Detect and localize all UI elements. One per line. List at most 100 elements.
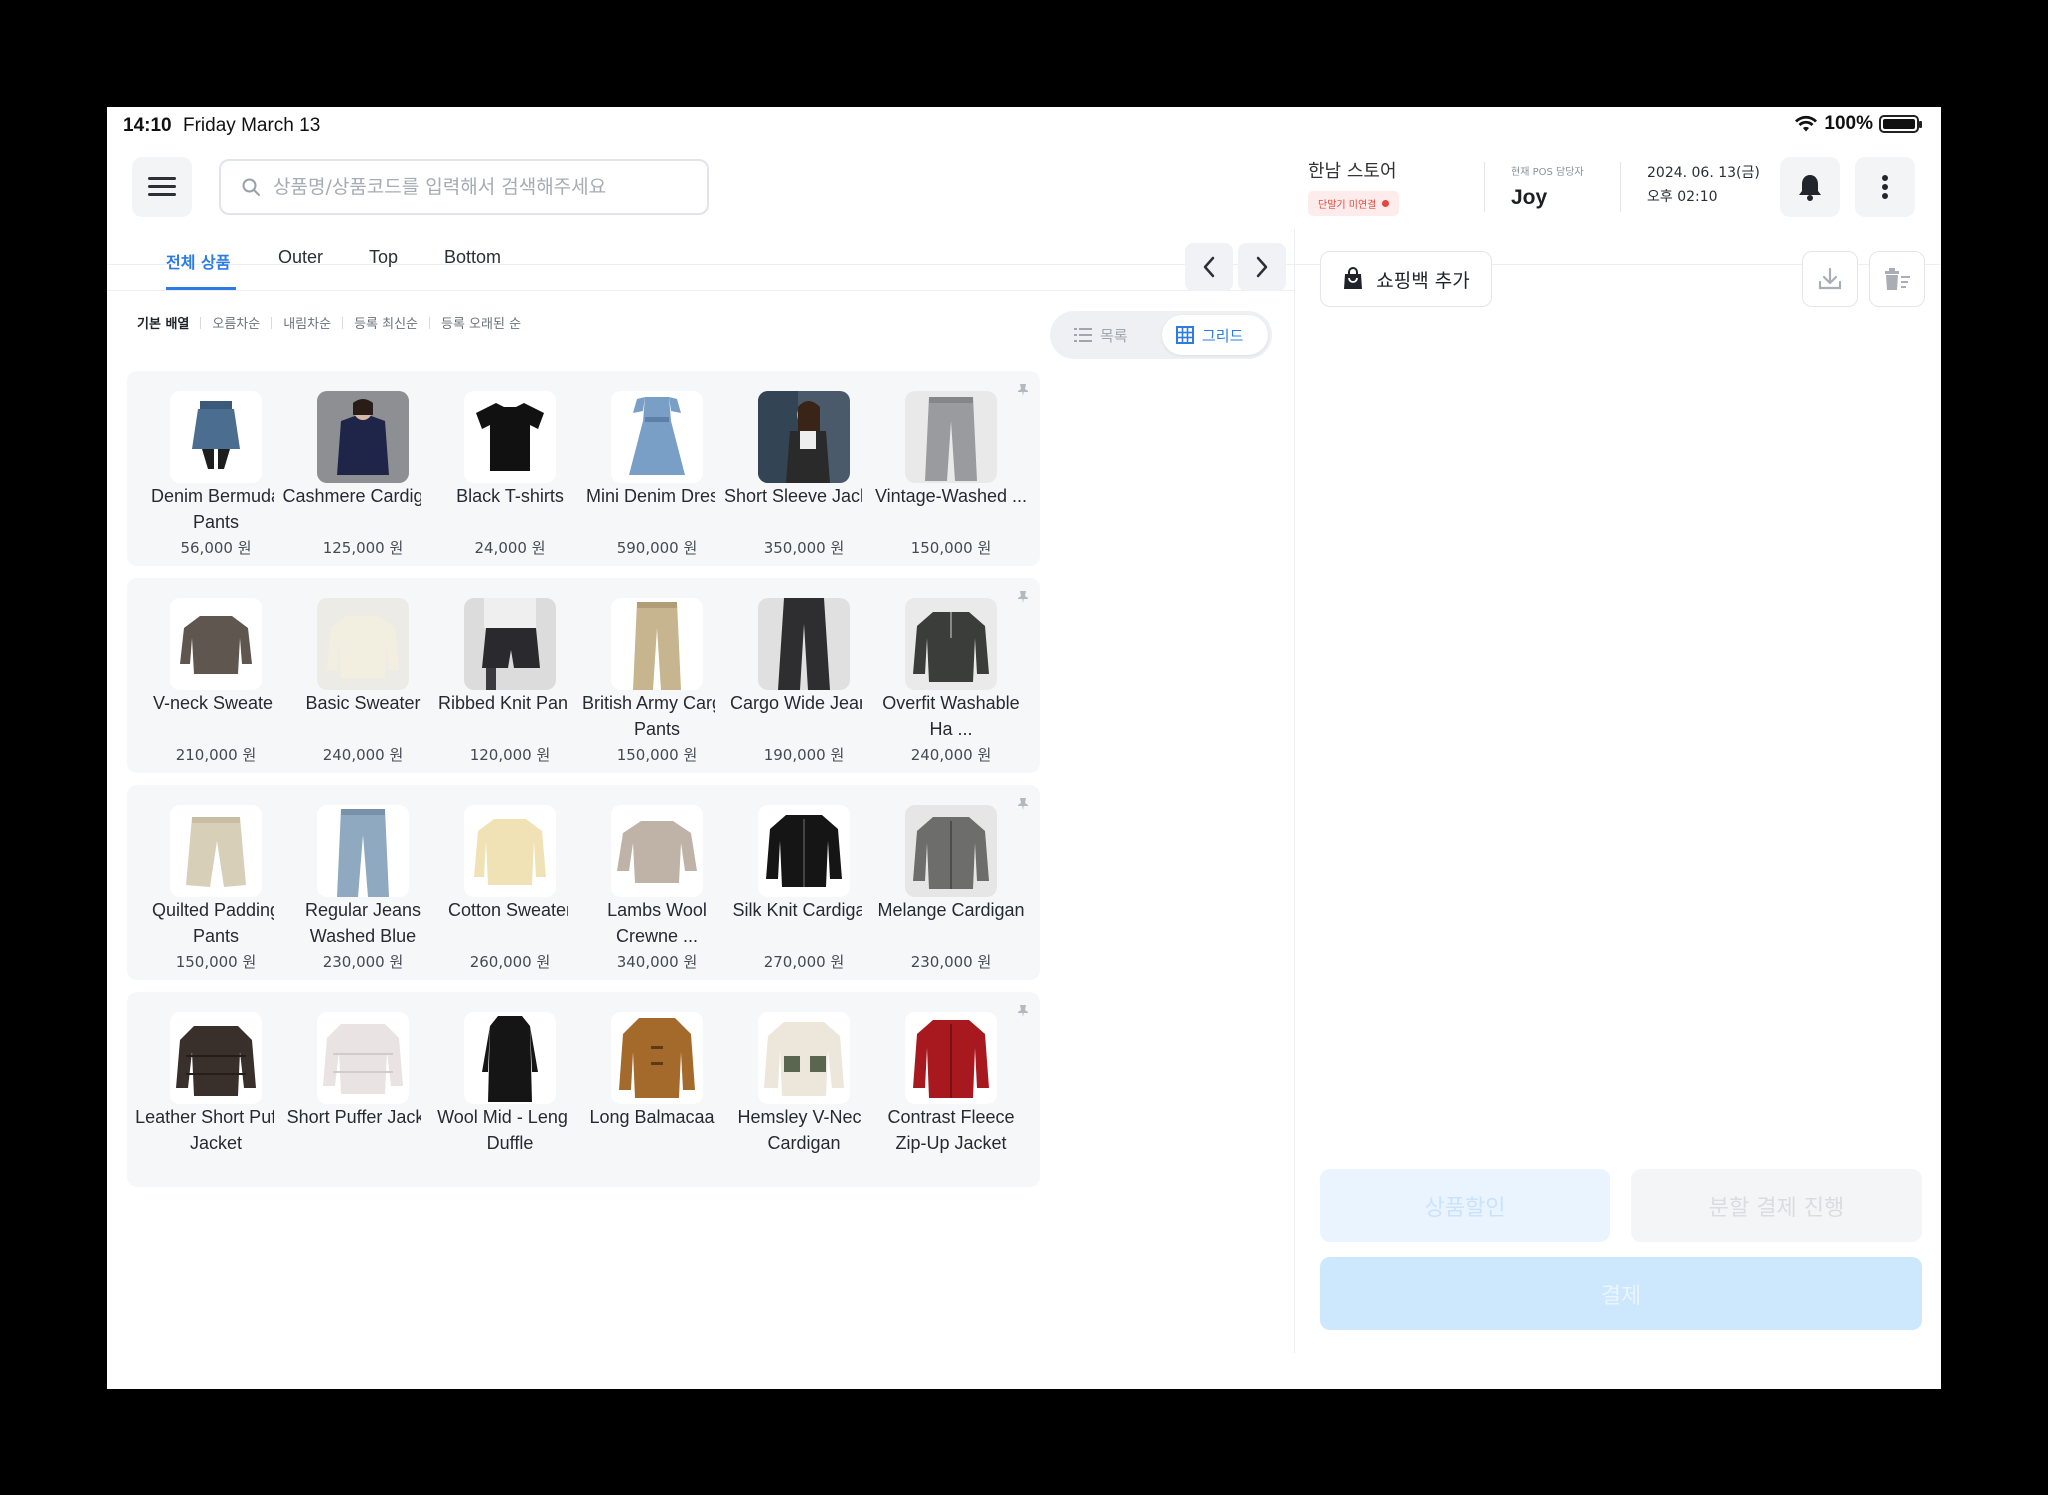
white-puffer-image xyxy=(323,1024,403,1094)
pin-button[interactable] xyxy=(1012,586,1034,608)
product-name: Cargo Wide Jeans xyxy=(729,693,879,713)
menu-button[interactable] xyxy=(132,157,192,217)
search-input[interactable] xyxy=(273,176,693,198)
navy-cardigan-image xyxy=(317,391,409,483)
list-view-button[interactable]: 목록 xyxy=(1060,315,1142,355)
category-tabs: 전체 상품 Outer Top Bottom xyxy=(107,229,1294,291)
clear-cart-button[interactable] xyxy=(1869,251,1925,307)
pin-button[interactable] xyxy=(1012,1000,1034,1022)
product-card[interactable]: Overfit Washable Ha ... 240,000 원 xyxy=(862,578,1040,773)
product-image xyxy=(905,1012,997,1104)
product-name: Cotton Sweater xyxy=(447,900,573,920)
add-shopping-bag-label: 쇼핑백 추가 xyxy=(1376,269,1470,292)
tab-top[interactable]: Top xyxy=(369,247,398,268)
fleece-cardigan-image xyxy=(764,1022,844,1096)
list-icon xyxy=(1074,328,1092,342)
add-shopping-bag-button[interactable]: 쇼핑백 추가 xyxy=(1320,251,1492,307)
grey-cardigan-image xyxy=(905,805,997,897)
product-name: Mini Denim Dress xyxy=(585,486,729,506)
discount-button[interactable]: 상품할인 xyxy=(1320,1169,1610,1242)
list-view-label: 목록 xyxy=(1100,326,1128,345)
product-image xyxy=(170,391,262,483)
status-dot xyxy=(1382,200,1390,207)
datetime: 2024. 06. 13(금) 오후 02:10 xyxy=(1647,161,1760,209)
black-coat-image xyxy=(482,1016,538,1102)
product-name: Silk Knit Cardigan xyxy=(732,900,876,920)
status-time: 14:10 xyxy=(123,115,172,136)
jacket-photo-image xyxy=(758,391,850,483)
denim-dress-image xyxy=(629,397,685,475)
product-name: Short Puffer Jacket xyxy=(286,1107,440,1127)
tabs-prev-button[interactable] xyxy=(1185,243,1233,291)
search-bar[interactable] xyxy=(219,159,709,215)
product-image xyxy=(170,805,262,897)
tab-outer[interactable]: Outer xyxy=(278,247,323,268)
tabs-next-button[interactable] xyxy=(1238,243,1286,291)
product-card[interactable]: Melange Cardigan 230,000 원 xyxy=(862,785,1040,980)
sort-descending[interactable]: 내림차순 xyxy=(283,313,331,332)
brown-sweater-image xyxy=(180,616,252,674)
product-card[interactable]: Contrast Fleece Zip-Up Jacket xyxy=(862,992,1040,1187)
pin-button[interactable] xyxy=(1012,379,1034,401)
product-image xyxy=(758,1012,850,1104)
split-payment-button[interactable]: 분할 결제 진행 xyxy=(1631,1169,1922,1242)
product-name: Lambs Wool Crewne ... xyxy=(607,900,707,946)
store-info: 한남 스토어 단말기 미연결 xyxy=(1308,157,1400,216)
product-card[interactable]: Vintage-Washed ... 150,000 원 xyxy=(862,371,1040,566)
product-name: Black T-shirts xyxy=(456,486,564,506)
trash-list-icon xyxy=(1885,268,1910,290)
current-date: 2024. 06. 13(금) xyxy=(1647,165,1760,181)
tab-bottom[interactable]: Bottom xyxy=(444,247,501,268)
product-name: Quilted Padding Pants xyxy=(151,900,281,946)
leather-puffer-image xyxy=(176,1026,256,1096)
sort-oldest[interactable]: 등록 오래된 순 xyxy=(441,313,521,332)
grid-icon xyxy=(1176,326,1194,344)
bell-icon xyxy=(1799,175,1821,201)
grid-view-label: 그리드 xyxy=(1202,326,1244,345)
more-options-button[interactable] xyxy=(1855,157,1915,217)
chevron-right-icon xyxy=(1256,256,1268,278)
active-tab-indicator xyxy=(166,287,236,290)
yellow-sweater-image xyxy=(474,819,546,885)
sort-ascending[interactable]: 오름차순 xyxy=(212,313,260,332)
product-price: 230,000 원 xyxy=(910,953,992,971)
product-image xyxy=(464,598,556,690)
notification-button[interactable] xyxy=(1780,157,1840,217)
divider xyxy=(429,316,430,329)
pin-button[interactable] xyxy=(1012,793,1034,815)
product-image xyxy=(464,805,556,897)
beige-crewneck-image xyxy=(617,821,697,883)
product-name: Long Balmacaan xyxy=(589,1107,725,1127)
product-image xyxy=(170,598,262,690)
shopping-bag-icon xyxy=(1344,267,1363,289)
denim-skirt-image xyxy=(192,401,240,469)
product-name: Short Sleeve Jacket xyxy=(723,486,885,506)
current-time: 오후 02:10 xyxy=(1647,189,1718,205)
black-cardigan-image xyxy=(766,815,842,887)
product-price: 150,000 원 xyxy=(910,539,992,557)
cart-panel: 쇼핑백 추가 상품할인 분할 결제 진행 결제 xyxy=(1296,229,1941,1353)
product-name: Vintage-Washed ... xyxy=(874,486,1028,506)
product-image xyxy=(464,1012,556,1104)
product-image xyxy=(317,1012,409,1104)
product-name: Hemsley V-Neck Cardigan xyxy=(737,1107,871,1153)
staff-name: Joy xyxy=(1511,186,1548,209)
product-name: Basic Sweater xyxy=(305,693,421,713)
download-icon xyxy=(1818,267,1842,290)
more-vertical-icon xyxy=(1882,175,1888,199)
product-image xyxy=(905,598,997,690)
grid-view-button[interactable]: 그리드 xyxy=(1162,315,1268,355)
download-button[interactable] xyxy=(1802,251,1858,307)
checkout-button[interactable]: 결제 xyxy=(1320,1257,1922,1330)
blue-jeans-image xyxy=(337,809,389,897)
terminal-status-text: 단말기 미연결 xyxy=(1318,200,1377,211)
tab-all[interactable]: 전체 상품 xyxy=(166,249,230,273)
product-image xyxy=(611,805,703,897)
product-image xyxy=(905,391,997,483)
product-image xyxy=(317,805,409,897)
product-name: Leather Short Puffer Jacket xyxy=(135,1107,297,1153)
product-name: Denim Bermuda Pants xyxy=(150,486,282,532)
divider xyxy=(1484,162,1485,212)
sort-default[interactable]: 기본 배열 xyxy=(137,313,189,332)
sort-newest[interactable]: 등록 최신순 xyxy=(354,313,418,332)
